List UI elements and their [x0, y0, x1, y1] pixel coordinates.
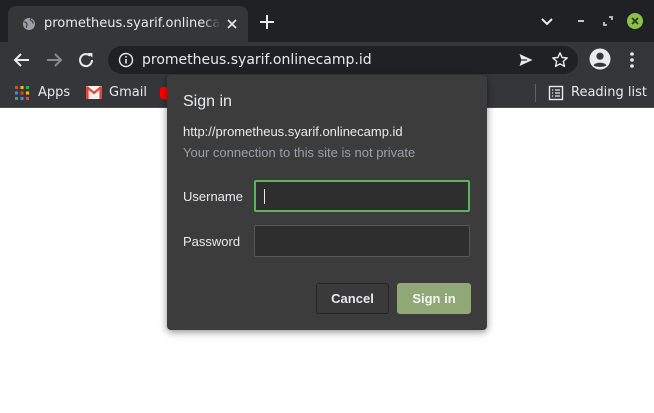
tab-search-chevron-icon[interactable] [538, 12, 556, 30]
bookmark-apps[interactable]: Apps [14, 83, 74, 103]
tab-strip: prometheus.syarif.onlinecamp.id [0, 0, 654, 42]
minimize-icon[interactable] [572, 12, 590, 30]
reading-list-label: Reading list [571, 85, 647, 100]
menu-icon[interactable] [624, 49, 640, 71]
sign-in-button[interactable]: Sign in [397, 283, 471, 314]
bookmark-gmail[interactable]: Gmail [86, 83, 150, 103]
username-label: Username [183, 189, 243, 204]
forward-icon[interactable] [43, 49, 65, 71]
reload-icon[interactable] [75, 49, 97, 71]
text-caret [264, 189, 265, 204]
password-field[interactable] [254, 225, 470, 257]
send-icon[interactable] [518, 52, 534, 68]
bookmark-apps-label: Apps [38, 85, 71, 100]
sign-in-dialog: Sign in http://prometheus.syarif.onlinec… [167, 75, 487, 330]
info-icon[interactable] [118, 52, 134, 68]
address-url: prometheus.syarif.onlinecamp.id [142, 52, 372, 68]
bookmarks-divider [535, 84, 536, 102]
bookmark-gmail-label: Gmail [109, 85, 147, 100]
dialog-security-note: Your connection to this site is not priv… [183, 145, 416, 160]
password-label: Password [183, 234, 241, 249]
tab-active[interactable]: prometheus.syarif.onlinecamp.id [8, 6, 248, 42]
star-icon[interactable] [551, 51, 569, 69]
reading-list-icon [548, 85, 564, 101]
browser-window: prometheus.syarif.onlinecamp.id [0, 0, 654, 413]
back-icon[interactable] [11, 49, 33, 71]
address-bar[interactable]: prometheus.syarif.onlinecamp.id [108, 46, 578, 74]
cancel-button[interactable]: Cancel [316, 283, 389, 314]
profile-icon[interactable] [589, 48, 611, 70]
tab-title: prometheus.syarif.onlinecamp.id [44, 16, 220, 31]
globe-icon [23, 18, 35, 30]
tab-title-fade [202, 12, 220, 36]
gmail-icon [86, 86, 102, 99]
apps-grid-icon [15, 86, 29, 100]
toolbar: prometheus.syarif.onlinecamp.id [0, 42, 654, 78]
tab-close-icon[interactable] [224, 16, 240, 32]
maximize-icon[interactable] [599, 12, 617, 30]
username-field[interactable] [254, 180, 470, 212]
dialog-title: Sign in [183, 93, 232, 110]
dialog-origin-url: http://prometheus.syarif.onlinecamp.id [183, 124, 403, 139]
new-tab-icon[interactable] [258, 13, 276, 31]
close-window-icon[interactable] [626, 12, 644, 30]
reading-list-button[interactable]: Reading list [548, 83, 648, 103]
